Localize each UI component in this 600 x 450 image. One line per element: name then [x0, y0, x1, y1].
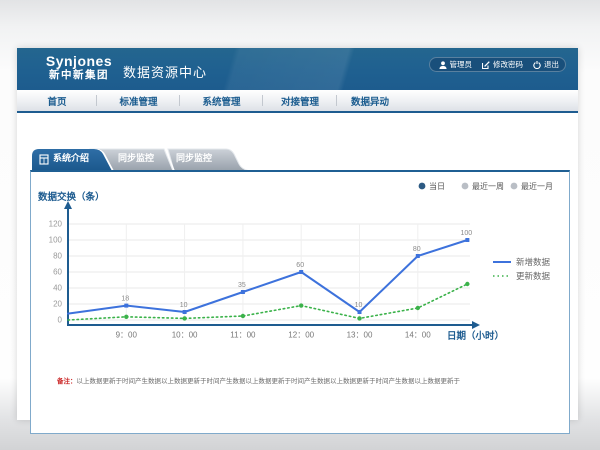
desktop-backdrop: { "header": { "logo": { "brand": "Synjon…: [0, 0, 600, 450]
point-value-label: 10: [180, 302, 188, 309]
series-point: [465, 282, 469, 286]
series-point: [357, 316, 361, 320]
range-filter-label: 最近一周: [472, 181, 504, 191]
series-point: [299, 303, 303, 307]
range-filter-dot: [462, 183, 469, 190]
x-axis-arrow: [472, 321, 480, 329]
point-value-label: 35: [238, 282, 246, 289]
legend-item-1[interactable]: 更新数据: [493, 271, 551, 281]
series-point: [465, 238, 469, 242]
x-tick-label: 9：00: [116, 331, 138, 340]
footnote: 备注：以上数据更新于时间产生数据以上数据更新于时间产生数据以上数据更新于时间产生…: [57, 377, 562, 387]
point-value-label: 100: [461, 230, 473, 237]
y-tick-label: 100: [49, 236, 63, 245]
range-filter-dot: [511, 183, 518, 190]
nav-item-standard-mgmt[interactable]: 标准管理: [97, 90, 180, 111]
series-point: [183, 310, 187, 314]
tab-sync-monitor-1[interactable]: 同步监控: [108, 148, 164, 169]
range-filter-dot: [419, 183, 426, 190]
y-tick-label: 0: [58, 316, 63, 325]
content-area: 系统介绍 同步监控 同步监控 数据交换（条） 当日 最近一周 最近一月 0 20 40 60 8…: [17, 113, 578, 420]
y-tick-label: 120: [49, 220, 63, 229]
change-password-label: 修改密码: [493, 59, 523, 70]
legend-label: 新增数据: [516, 257, 551, 267]
power-icon: [533, 61, 541, 69]
user-name-label: 管理员: [450, 59, 473, 70]
user-toolbar: 管理员 修改密码 退出: [429, 57, 567, 72]
footnote-label: 备注：: [57, 378, 77, 385]
edit-icon: [482, 61, 490, 69]
y-axis-title: 数据交换（条）: [37, 191, 105, 203]
series-point: [416, 306, 420, 310]
y-tick-label: 20: [53, 300, 62, 309]
tab-sync-monitor-2[interactable]: 同步监控: [168, 148, 220, 169]
tab-strip: 系统介绍 同步监控 同步监控: [30, 148, 260, 171]
chart-panel: 数据交换（条） 当日 最近一周 最近一月 0 20 40 60 80 100 120 9：00 10：0…: [30, 170, 570, 434]
point-value-label: 80: [413, 246, 421, 253]
legend-label: 更新数据: [516, 271, 551, 281]
logo-company-text: 新中新集团: [33, 69, 125, 81]
tab-system-intro[interactable]: 系统介绍: [46, 148, 96, 169]
app-window: Synjones 新中新集团 数据资源中心 管理员 修改密码: [17, 48, 578, 420]
x-tick-label: 14：00: [405, 331, 431, 340]
nav-item-data-changes[interactable]: 数据异动: [337, 90, 403, 111]
x-tick-label: 10：00: [172, 331, 198, 340]
footnote-text: 以上数据更新于时间产生数据以上数据更新于时间产生数据以上数据更新于时间产生数据以…: [77, 378, 461, 385]
series-point: [124, 315, 128, 319]
logout-button[interactable]: 退出: [533, 59, 559, 70]
series-point: [182, 316, 186, 320]
x-tick-label: 11：00: [230, 331, 256, 340]
range-filter-label: 最近一月: [521, 181, 553, 191]
y-tick-label: 40: [53, 284, 62, 293]
logout-label: 退出: [544, 59, 559, 70]
point-value-label: 10: [355, 302, 363, 309]
legend-item-0[interactable]: 新增数据: [493, 257, 551, 267]
series-point: [299, 270, 303, 274]
change-password-button[interactable]: 修改密码: [482, 59, 523, 70]
nav-item-interface-mgmt[interactable]: 对接管理: [263, 90, 337, 111]
x-tick-label: 13：00: [347, 331, 373, 340]
range-filter-2[interactable]: 最近一月: [511, 181, 553, 191]
user-account-button[interactable]: 管理员: [439, 59, 473, 70]
nav-item-home[interactable]: 首页: [17, 90, 97, 111]
y-tick-label: 60: [53, 268, 62, 277]
point-value-label: 60: [296, 262, 304, 269]
app-header: Synjones 新中新集团 数据资源中心 管理员 修改密码: [17, 48, 578, 90]
line-chart: 数据交换（条） 当日 最近一周 最近一月 0 20 40 60 80 100 120 9：00 10：0…: [31, 173, 569, 368]
series-point: [416, 254, 420, 258]
x-tick-label: 12：00: [288, 331, 314, 340]
range-filter-0[interactable]: 当日: [419, 181, 445, 191]
nav-item-system-mgmt[interactable]: 系统管理: [180, 90, 263, 111]
y-tick-label: 80: [53, 252, 62, 261]
user-icon: [439, 61, 447, 69]
series-point: [241, 290, 245, 294]
range-filter-1[interactable]: 最近一周: [462, 181, 504, 191]
main-nav: 首页 标准管理 系统管理 对接管理 数据异动: [17, 90, 578, 113]
company-logo[interactable]: Synjones 新中新集团: [33, 53, 125, 81]
series-point: [241, 314, 245, 318]
app-title: 数据资源中心: [123, 62, 207, 81]
series-point: [358, 310, 362, 314]
logo-brand-text: Synjones: [33, 53, 125, 69]
x-axis-title: 日期（小时）: [447, 330, 504, 342]
series-point: [124, 304, 128, 308]
point-value-label: 18: [121, 296, 129, 303]
range-filter-label: 当日: [429, 181, 445, 191]
